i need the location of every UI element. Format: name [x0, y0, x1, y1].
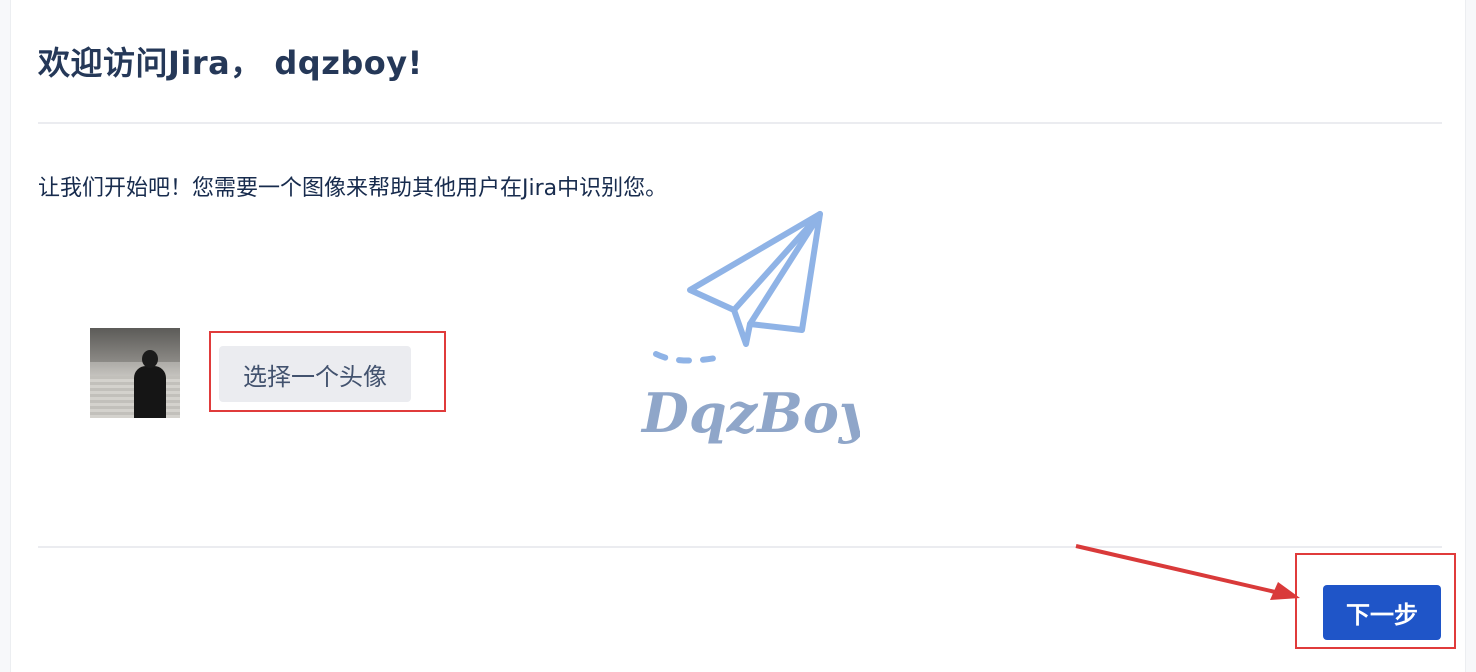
next-button[interactable]: 下一步: [1323, 585, 1441, 640]
right-edge: [1465, 0, 1476, 672]
watermark-logo: DqzBoy: [640, 211, 860, 445]
header-divider: [38, 122, 1442, 124]
arrow-icon: [1075, 544, 1300, 600]
watermark-text: DqzBoy: [640, 381, 860, 445]
left-edge: [0, 0, 11, 672]
setup-page: 欢迎访问Jira， dqzboy! 让我们开始吧！您需要一个图像来帮助其他用户在…: [0, 0, 1476, 672]
avatar: [90, 328, 180, 418]
choose-avatar-button[interactable]: 选择一个头像: [219, 346, 411, 402]
paper-plane-icon: [653, 211, 823, 364]
intro-text: 让我们开始吧！您需要一个图像来帮助其他用户在Jira中识别您。: [38, 176, 668, 201]
page-title: 欢迎访问Jira， dqzboy!: [38, 44, 423, 82]
